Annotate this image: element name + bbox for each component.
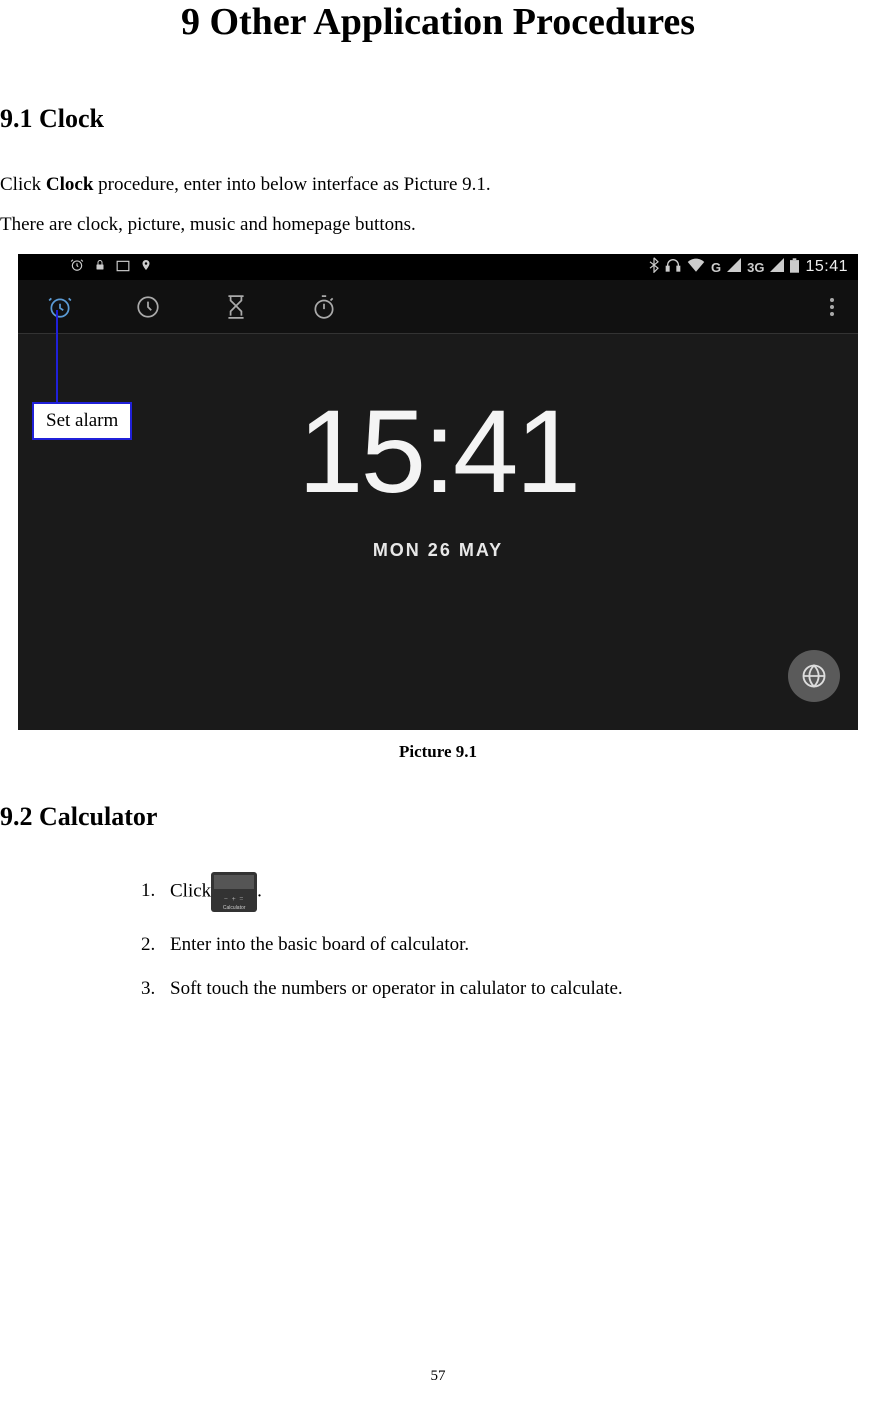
headphones-icon [665,258,681,276]
timer-tab-icon[interactable] [222,293,250,321]
signal-icon-1 [727,258,741,276]
page-title: 9 Other Application Procedures [0,0,876,44]
location-status-icon [140,258,152,276]
text: . [257,880,262,901]
list-item: ClickCalculator. [160,872,876,912]
clock-para-1: Click Clock procedure, enter into below … [0,174,876,196]
clock-para-2: There are clock, picture, music and home… [0,214,876,236]
clock-date-display: MON 26 MAY [373,540,503,561]
page-number: 57 [0,1368,876,1385]
screenshot-figure: G 3G 15:41 [18,254,858,730]
battery-icon [790,258,799,277]
3g-label: 3G [747,260,764,275]
text: procedure, enter into below interface as… [93,174,490,195]
wifi-icon [687,258,705,276]
alarm-tab-icon[interactable] [46,293,74,321]
calculator-steps-list: ClickCalculator. Enter into the basic bo… [0,872,876,1000]
clock-time-display: 15:41 [298,384,578,520]
g-network-label: G [711,260,721,275]
tab-bar [18,280,858,334]
signal-icon-2 [770,258,784,276]
clock-main-display: 15:41 MON 26 MAY [18,384,858,561]
text: Click [170,880,211,901]
alarm-status-icon [70,258,84,276]
overflow-menu-icon[interactable] [830,298,858,316]
clock-tab-icon[interactable] [134,293,162,321]
status-bar-time: 15:41 [805,258,848,276]
list-item: Enter into the basic board of calculator… [160,934,876,956]
calculator-app-icon: Calculator [211,872,257,912]
clock-app-screenshot: G 3G 15:41 [18,254,858,730]
bluetooth-icon [649,257,659,277]
list-item: Soft touch the numbers or operator in ca… [160,978,876,1000]
world-clock-button[interactable] [788,650,840,702]
set-alarm-callout: Set alarm [32,402,132,440]
status-bar: G 3G 15:41 [18,254,858,280]
callout-connector-line [56,310,58,406]
section-heading-calculator: 9.2 Calculator [0,802,876,832]
figure-caption: Picture 9.1 [0,742,876,762]
lock-status-icon [94,258,106,276]
picture-status-icon [116,259,130,276]
text: Click [0,174,46,195]
bold-clock-word: Clock [46,174,94,195]
stopwatch-tab-icon[interactable] [310,293,338,321]
section-heading-clock: 9.1 Clock [0,104,876,134]
